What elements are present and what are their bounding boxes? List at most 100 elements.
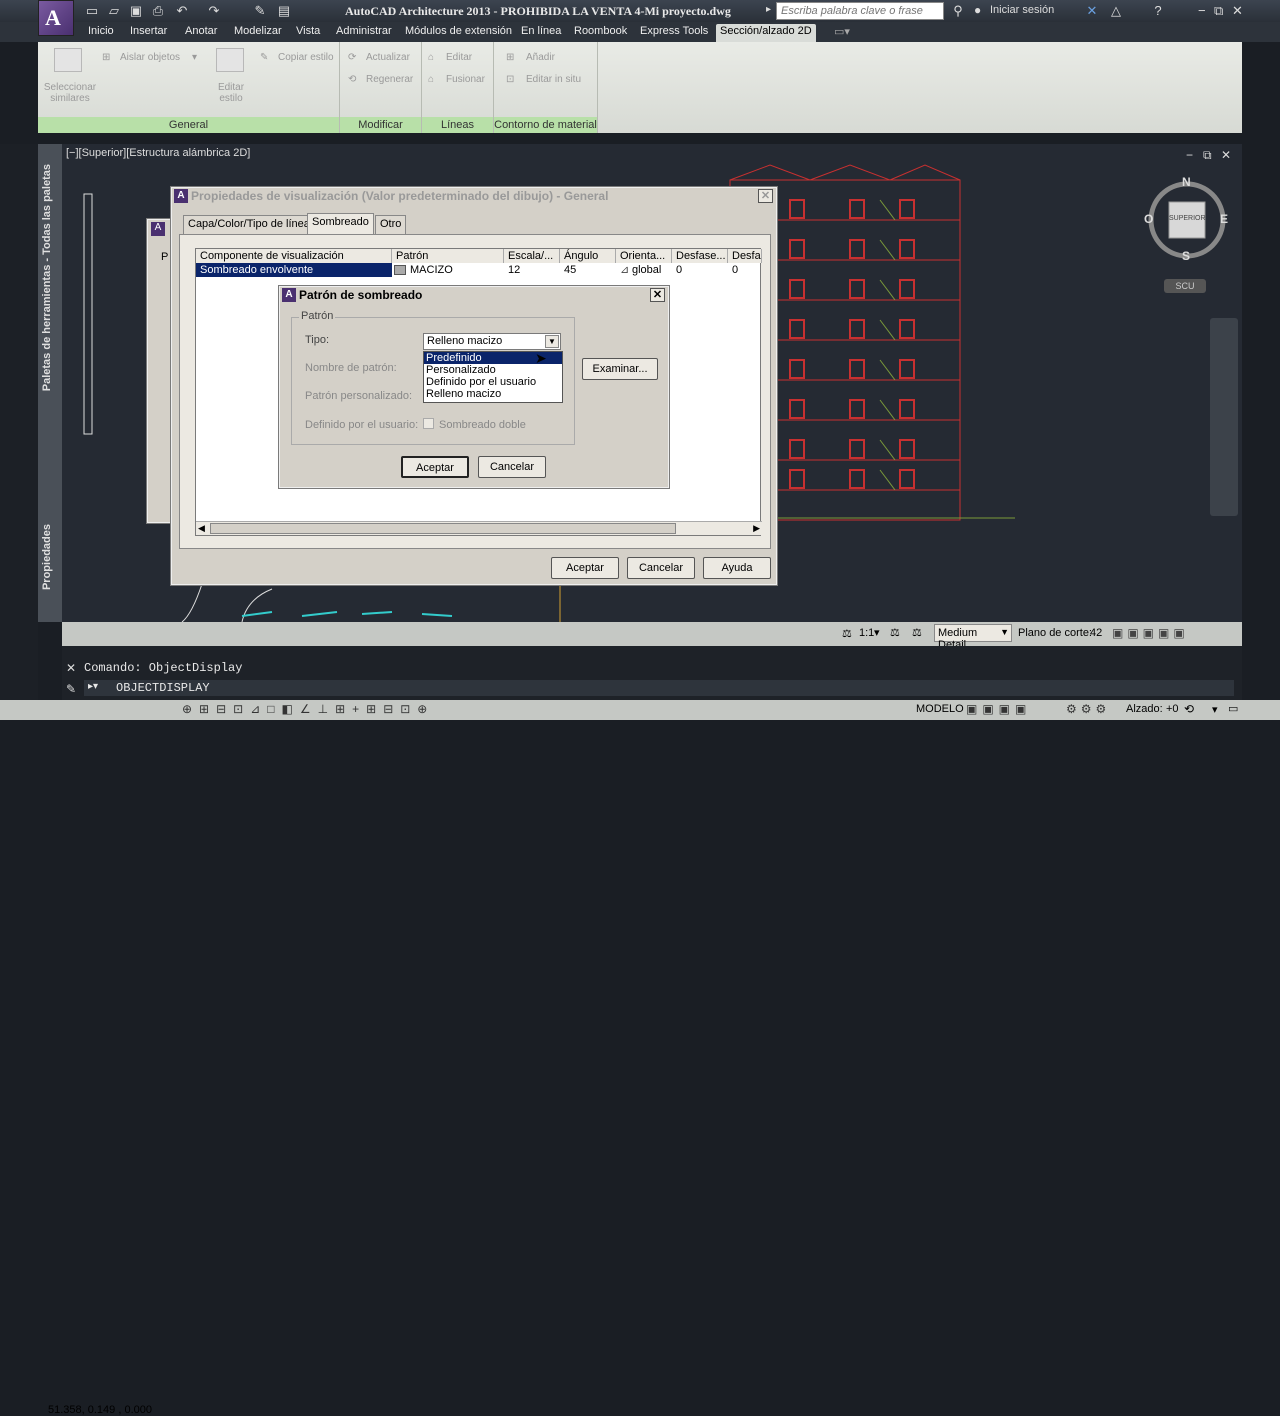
table-cell-angle[interactable]: 45 <box>560 263 576 277</box>
binoculars-icon[interactable]: ⚲ <box>950 3 966 19</box>
annotation-scale[interactable]: 1:1 <box>859 627 874 639</box>
table-cell-orientation[interactable]: global <box>628 263 661 277</box>
print-icon[interactable]: ⎙ <box>150 3 166 19</box>
ribbon-options-icon[interactable]: ▭▾ <box>830 25 854 38</box>
table-cell-scale[interactable]: 12 <box>504 263 520 277</box>
scale-dropdown-icon[interactable]: ▾ <box>874 626 880 639</box>
auto-scale-icon[interactable]: ⚖ <box>912 626 922 639</box>
command-close-icon[interactable]: ✕ <box>62 661 80 675</box>
type-select[interactable]: Relleno macizo ▼ <box>423 333 561 350</box>
select-similar-button[interactable]: Seleccionar similares <box>42 82 98 104</box>
merge-button[interactable]: Fusionar <box>446 74 485 85</box>
viewport-restore-icon[interactable]: ⧉ <box>1203 148 1212 163</box>
copy-style-button[interactable]: Copiar estilo <box>278 52 334 63</box>
select-similar-icon[interactable] <box>54 48 82 72</box>
viewport-close-icon[interactable]: ✕ <box>1221 148 1231 162</box>
tab-roombook[interactable]: Roombook <box>570 25 631 37</box>
ucs-menu[interactable]: SCU <box>1164 279 1206 293</box>
add-button[interactable]: Añadir <box>526 52 555 63</box>
tab-modelizar[interactable]: Modelizar <box>230 25 286 37</box>
column-header[interactable]: Escala/... <box>504 249 560 263</box>
viewcube-face-label[interactable]: SUPERIOR <box>1169 215 1206 222</box>
close-icon[interactable]: ✕ <box>1232 3 1243 19</box>
tab-insertar[interactable]: Insertar <box>126 25 171 37</box>
tab-inicio[interactable]: Inicio <box>84 25 118 37</box>
edit-lines-button[interactable]: Editar <box>446 52 472 63</box>
status-tool-icons[interactable]: ▣▣▣▣▣ <box>1112 626 1232 642</box>
elevation-icon[interactable]: ⟲ <box>1184 702 1194 716</box>
viewport-label[interactable]: [−][Superior][Estructura alámbrica 2D] <box>66 147 250 159</box>
signin-link[interactable]: Iniciar sesión <box>990 4 1054 16</box>
table-cell-offset[interactable]: 0 <box>728 263 738 277</box>
dialog-close-button[interactable]: ✕ <box>758 189 773 203</box>
cancel-button[interactable]: Cancelar <box>627 557 695 579</box>
tab-express-tools[interactable]: Express Tools <box>636 25 712 37</box>
new-icon[interactable]: ▭ <box>84 3 100 19</box>
scrollbar-thumb[interactable] <box>210 523 676 534</box>
wrench-icon[interactable]: ✎ <box>62 682 80 696</box>
dropdown-arrow-icon[interactable]: ▾ <box>192 52 197 63</box>
edit-style-button[interactable]: Editar estilo <box>214 82 248 104</box>
edit-style-icon[interactable] <box>216 48 244 72</box>
tab-other[interactable]: Otro <box>375 215 407 234</box>
help-button[interactable]: Ayuda <box>703 557 771 579</box>
edit-in-place-button[interactable]: Editar in situ <box>526 74 581 85</box>
search-input[interactable] <box>776 2 944 20</box>
table-cell-pattern[interactable]: MACIZO <box>406 263 453 277</box>
regenerate-button[interactable]: Regenerar <box>366 74 413 85</box>
browse-button[interactable]: Examinar... <box>582 358 658 380</box>
command-input[interactable]: ▸▾ OBJECTDISPLAY <box>84 680 1234 696</box>
tab-en-linea[interactable]: En línea <box>517 25 565 37</box>
cut-plane-value[interactable]: 42 <box>1090 627 1102 639</box>
match-icon[interactable]: ✎ <box>252 3 268 19</box>
annotation-visibility-icon[interactable]: ⚖ <box>890 626 900 639</box>
compass-north[interactable]: N <box>1182 175 1191 189</box>
save-icon[interactable]: ▣ <box>128 3 144 19</box>
column-header[interactable]: Componente de visualización <box>196 249 392 263</box>
workspace-icons[interactable]: ⚙⚙⚙ <box>1066 702 1122 716</box>
hatch-dialog-close-button[interactable]: ✕ <box>650 288 665 302</box>
prompt-icon[interactable]: ▸▾ <box>88 680 98 696</box>
viewcube[interactable]: SUPERIOR N S E O <box>1142 175 1232 265</box>
accept-button[interactable]: Aceptar <box>551 557 619 579</box>
double-hatch-checkbox[interactable] <box>423 418 434 429</box>
properties-title[interactable]: Propiedades <box>41 524 53 590</box>
undo-icon[interactable]: ↶ <box>174 3 190 19</box>
dropdown-option[interactable]: Relleno macizo <box>424 388 562 400</box>
hatch-cancel-button[interactable]: Cancelar <box>478 456 546 478</box>
workspace-icon[interactable]: ▤ <box>276 3 292 19</box>
navigation-bar[interactable] <box>1210 318 1238 516</box>
tab-layer-color[interactable]: Capa/Color/Tipo de línea <box>183 215 315 234</box>
detail-select[interactable]: Medium Detail ▼ <box>934 624 1012 651</box>
table-cell-offset[interactable]: 0 <box>672 263 682 277</box>
compass-west[interactable]: O <box>1144 212 1153 226</box>
expand-icon[interactable]: ▸ <box>766 4 771 15</box>
viewport-minimize-icon[interactable]: − <box>1186 148 1193 162</box>
exchange-icon[interactable]: ✕ <box>1084 3 1100 19</box>
column-header[interactable]: Desfase... <box>672 249 728 263</box>
scroll-left-icon[interactable]: ◀ <box>198 523 205 534</box>
column-header[interactable]: Desfa <box>728 249 762 263</box>
redo-icon[interactable]: ↷ <box>206 3 222 19</box>
tab-administrar[interactable]: Administrar <box>332 25 396 37</box>
dropdown-option[interactable]: Definido por el usuario <box>424 376 562 388</box>
app-menu-button[interactable]: A <box>38 0 74 36</box>
minimize-icon[interactable]: − <box>1198 3 1206 18</box>
model-toggle[interactable]: MODELO <box>916 703 964 715</box>
column-header[interactable]: Orienta... <box>616 249 672 263</box>
tab-modulos[interactable]: Módulos de extensión <box>401 25 516 37</box>
elevation-value[interactable]: +0 <box>1166 703 1179 715</box>
help-icon[interactable]: ? <box>1150 3 1166 19</box>
column-header[interactable]: Patrón <box>392 249 504 263</box>
autodesk-icon[interactable]: △ <box>1108 3 1124 19</box>
table-row-component[interactable]: Sombreado envolvente <box>196 263 392 277</box>
column-header[interactable]: Ángulo <box>560 249 616 263</box>
tab-anotar[interactable]: Anotar <box>181 25 221 37</box>
status-menu-icon[interactable]: ▾ <box>1212 703 1218 716</box>
coordinates-readout[interactable]: 51.358, 0.149 , 0.000 <box>48 1404 152 1416</box>
compass-east[interactable]: E <box>1220 212 1228 226</box>
drafting-toggle-icons[interactable]: ⊕⊞⊟⊡⊿□◧∠⊥⊞+⊞⊟⊡⊕ <box>182 702 494 718</box>
horizontal-scrollbar[interactable]: ◀ ▶ <box>196 521 762 535</box>
scroll-right-icon[interactable]: ▶ <box>753 523 760 534</box>
chevron-down-icon[interactable]: ▼ <box>545 335 559 348</box>
